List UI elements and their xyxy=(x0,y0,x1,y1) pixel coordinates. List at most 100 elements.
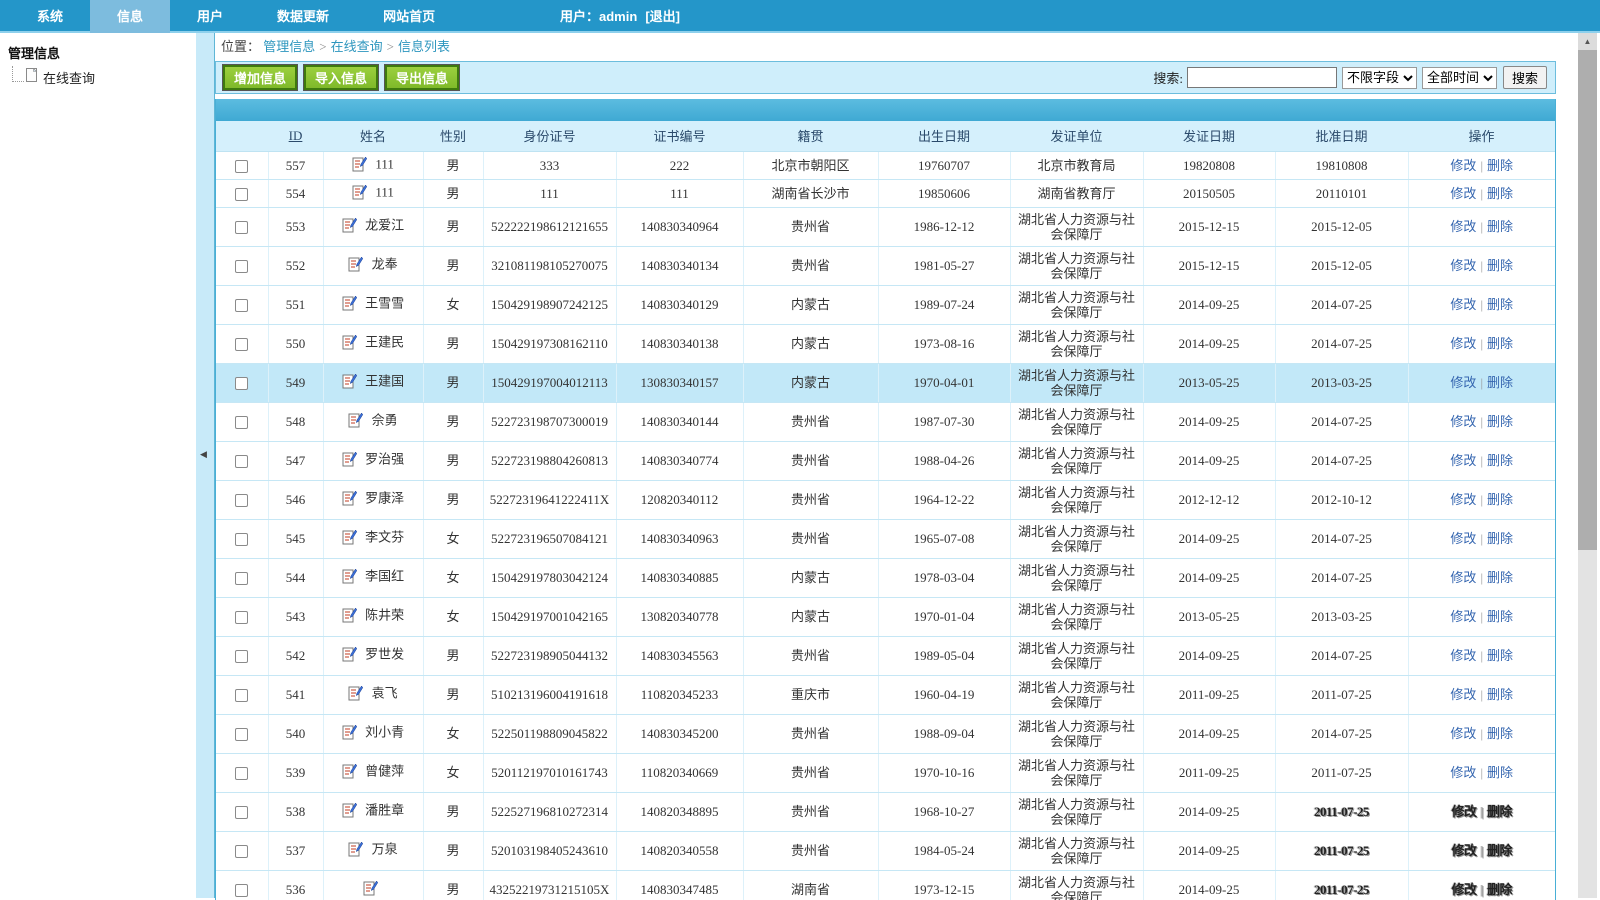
delete-link[interactable]: 删除 xyxy=(1487,843,1512,858)
search-button[interactable]: 搜索 xyxy=(1503,66,1547,89)
edit-link[interactable]: 修改 xyxy=(1450,453,1476,468)
edit-record-icon[interactable] xyxy=(342,611,360,626)
toolbar-button-2[interactable]: 导出信息 xyxy=(385,65,459,90)
edit-record-icon[interactable] xyxy=(342,533,360,548)
row-checkbox[interactable] xyxy=(235,767,248,780)
edit-record-icon[interactable] xyxy=(342,806,360,821)
delete-link[interactable]: 删除 xyxy=(1487,219,1513,234)
edit-record-icon[interactable] xyxy=(342,455,360,470)
edit-link[interactable]: 修改 xyxy=(1450,765,1476,780)
delete-link[interactable]: 删除 xyxy=(1487,336,1513,351)
row-checkbox[interactable] xyxy=(235,494,248,507)
breadcrumb-link-2[interactable]: 信息列表 xyxy=(398,39,450,54)
nav-item-2[interactable]: 用户 xyxy=(170,0,250,33)
collapse-arrow-icon[interactable]: ◀ xyxy=(200,449,207,460)
row-checkbox[interactable] xyxy=(235,533,248,546)
edit-link[interactable]: 修改 xyxy=(1450,570,1476,585)
edit-link[interactable]: 修改 xyxy=(1450,375,1476,390)
row-checkbox[interactable] xyxy=(235,188,248,201)
delete-link[interactable]: 删除 xyxy=(1487,258,1513,273)
row-checkbox[interactable] xyxy=(235,260,248,273)
edit-record-icon[interactable] xyxy=(363,884,378,899)
row-checkbox[interactable] xyxy=(235,689,248,702)
delete-link[interactable]: 删除 xyxy=(1487,375,1513,390)
edit-record-icon[interactable] xyxy=(342,338,360,353)
row-checkbox[interactable] xyxy=(235,728,248,741)
edit-record-icon[interactable] xyxy=(348,689,366,704)
delete-link[interactable]: 删除 xyxy=(1487,687,1513,702)
edit-link[interactable]: 修改 xyxy=(1450,186,1476,201)
row-checkbox[interactable] xyxy=(235,160,248,173)
edit-link[interactable]: 修改 xyxy=(1450,726,1476,741)
logout-link[interactable]: [退出] xyxy=(645,9,680,24)
edit-record-icon[interactable] xyxy=(342,299,360,314)
edit-link[interactable]: 修改 xyxy=(1450,219,1476,234)
vertical-scrollbar[interactable]: ▲ xyxy=(1578,33,1597,898)
row-checkbox[interactable] xyxy=(235,611,248,624)
edit-record-icon[interactable] xyxy=(352,160,370,175)
row-checkbox[interactable] xyxy=(235,299,248,312)
nav-item-4[interactable]: 网站首页 xyxy=(356,0,462,33)
breadcrumb-link-1[interactable]: 在线查询 xyxy=(331,39,383,54)
edit-record-icon[interactable] xyxy=(342,221,360,236)
edit-link[interactable]: 修改 xyxy=(1450,609,1476,624)
delete-link[interactable]: 删除 xyxy=(1487,804,1512,819)
delete-link[interactable]: 删除 xyxy=(1487,648,1513,663)
edit-record-icon[interactable] xyxy=(342,377,360,392)
time-select[interactable]: 全部时间 xyxy=(1422,67,1497,89)
delete-link[interactable]: 删除 xyxy=(1487,609,1513,624)
delete-link[interactable]: 删除 xyxy=(1487,297,1513,312)
row-checkbox[interactable] xyxy=(235,650,248,663)
delete-link[interactable]: 删除 xyxy=(1487,765,1513,780)
nav-item-1[interactable]: 信息 xyxy=(90,0,170,33)
toolbar-button-1[interactable]: 导入信息 xyxy=(304,65,378,90)
edit-link[interactable]: 修改 xyxy=(1450,158,1476,173)
edit-link[interactable]: 修改 xyxy=(1450,492,1476,507)
row-checkbox[interactable] xyxy=(235,884,248,897)
row-checkbox[interactable] xyxy=(235,416,248,429)
field-select[interactable]: 不限字段 xyxy=(1342,67,1417,89)
edit-record-icon[interactable] xyxy=(342,728,360,743)
edit-link[interactable]: 修改 xyxy=(1450,336,1476,351)
row-checkbox[interactable] xyxy=(235,845,248,858)
edit-record-icon[interactable] xyxy=(342,572,360,587)
edit-link[interactable]: 修改 xyxy=(1452,804,1477,819)
delete-link[interactable]: 删除 xyxy=(1487,882,1512,897)
scrollbar-up-icon[interactable]: ▲ xyxy=(1578,33,1597,50)
edit-link[interactable]: 修改 xyxy=(1450,414,1476,429)
delete-link[interactable]: 删除 xyxy=(1487,570,1513,585)
scrollbar-thumb[interactable] xyxy=(1578,50,1597,550)
breadcrumb-link-0[interactable]: 管理信息 xyxy=(263,39,315,54)
nav-item-3[interactable]: 数据更新 xyxy=(250,0,356,33)
row-checkbox[interactable] xyxy=(235,572,248,585)
delete-link[interactable]: 删除 xyxy=(1487,492,1513,507)
edit-link[interactable]: 修改 xyxy=(1450,531,1476,546)
edit-link[interactable]: 修改 xyxy=(1450,258,1476,273)
edit-record-icon[interactable] xyxy=(342,650,360,665)
edit-link[interactable]: 修改 xyxy=(1452,843,1477,858)
delete-link[interactable]: 删除 xyxy=(1487,414,1513,429)
row-checkbox[interactable] xyxy=(235,338,248,351)
edit-link[interactable]: 修改 xyxy=(1450,687,1476,702)
edit-record-icon[interactable] xyxy=(348,416,366,431)
nav-item-0[interactable]: 系统 xyxy=(10,0,90,33)
row-checkbox[interactable] xyxy=(235,377,248,390)
edit-record-icon[interactable] xyxy=(342,767,360,782)
column-header-0[interactable]: ID xyxy=(268,121,323,151)
delete-link[interactable]: 删除 xyxy=(1487,158,1513,173)
sidebar-item-online-query[interactable]: 在线查询 xyxy=(6,68,196,87)
edit-link[interactable]: 修改 xyxy=(1450,648,1476,663)
search-input[interactable] xyxy=(1187,67,1337,88)
edit-record-icon[interactable] xyxy=(348,260,366,275)
delete-link[interactable]: 删除 xyxy=(1487,186,1513,201)
delete-link[interactable]: 删除 xyxy=(1487,453,1513,468)
edit-link[interactable]: 修改 xyxy=(1450,297,1476,312)
delete-link[interactable]: 删除 xyxy=(1487,531,1513,546)
row-checkbox[interactable] xyxy=(235,221,248,234)
toolbar-button-0[interactable]: 增加信息 xyxy=(223,65,297,90)
edit-record-icon[interactable] xyxy=(342,494,360,509)
row-checkbox[interactable] xyxy=(235,806,248,819)
edit-link[interactable]: 修改 xyxy=(1452,882,1477,897)
edit-record-icon[interactable] xyxy=(348,845,366,860)
row-checkbox[interactable] xyxy=(235,455,248,468)
